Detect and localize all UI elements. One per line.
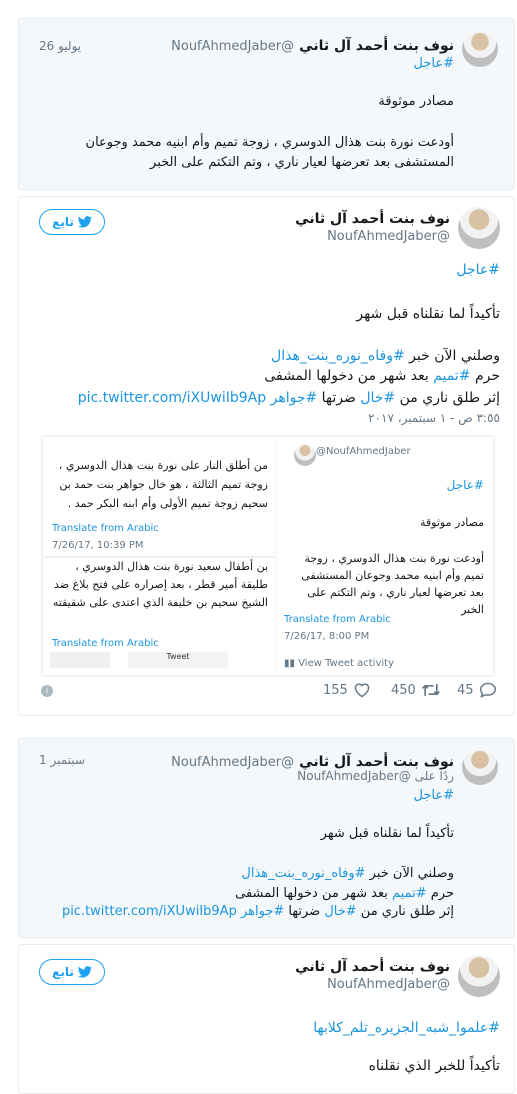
- author-handle[interactable]: @NoufAhmedJaber: [171, 755, 294, 770]
- reply-action[interactable]: 45: [457, 682, 497, 698]
- heart-icon: [354, 683, 370, 698]
- info-icon[interactable]: i: [41, 685, 53, 697]
- tweet-date[interactable]: 26 يوليو: [39, 39, 81, 53]
- tweet-text-line: وصلني الآن خبر #وفاه_نوره_بنت_هذال: [241, 866, 454, 881]
- screenshot-text: من أطلق النار على نورة بنت هذال الدوسري …: [58, 459, 268, 510]
- hashtag-link[interactable]: #جواهر: [271, 390, 318, 406]
- reply-icon: [479, 682, 496, 698]
- author-name[interactable]: نوف بنت أحمد آل ثاني: [299, 754, 454, 770]
- tweet-text-line: تأكيداً للخبر الذي نقلناه: [368, 1058, 500, 1074]
- tweet-text-paragraph: أودعت نورة بنت هذال الدوسري ، زوجة تميم …: [85, 135, 454, 170]
- avatar[interactable]: [458, 955, 500, 997]
- tweet-date[interactable]: 1 سبتمبر: [39, 753, 85, 767]
- translate-link: Translate from Arabic: [52, 523, 159, 534]
- tweet-media[interactable]: من أطلق النار على نورة بنت هذال الدوسري …: [41, 435, 495, 677]
- tweet-card-4: نوف بنت أحمد آل ثاني @NoufAhmedJaber تاب…: [18, 944, 515, 1094]
- hashtag-link[interactable]: #عاجل: [456, 261, 500, 280]
- retweet-action[interactable]: 450: [391, 682, 441, 698]
- author-handle[interactable]: @NoufAhmedJaber: [230, 977, 450, 992]
- author-name[interactable]: نوف بنت أحمد آل ثاني: [299, 38, 454, 54]
- tweet-text-line: وصلني الآن خبر #وفاه_نوره_بنت_هذال: [271, 348, 500, 364]
- tweet-card-2: نوف بنت أحمد آل ثاني @NoufAhmedJaber تاب…: [18, 196, 515, 716]
- hashtag-link[interactable]: #تميم: [392, 886, 427, 901]
- screenshot-text: مصادر موثوقة: [420, 516, 484, 529]
- avatar[interactable]: [462, 31, 498, 67]
- translate-link: Translate from Arabic: [52, 638, 159, 649]
- retweet-icon: [421, 684, 440, 696]
- twitter-bird-icon: [77, 216, 92, 228]
- tweet-timestamp[interactable]: ٣:٥٥ ص - ١ سبتمبر، ٢٠١٧: [368, 411, 500, 425]
- tweet-card-1[interactable]: نوف بنت أحمد آل ثاني @NoufAhmedJaber 26 …: [18, 18, 515, 190]
- tweet-label: Tweet: [128, 652, 228, 668]
- hashtag-link[interactable]: #خال: [324, 904, 356, 919]
- follow-button[interactable]: تابع: [39, 959, 105, 985]
- author-handle[interactable]: @NoufAhmedJaber: [171, 39, 294, 54]
- tweet-text-line: إثر طلق ناري من #خال ضرتها #جواهر pic.tw…: [61, 904, 454, 919]
- screenshot-handle: @NoufAhmedJaber: [316, 446, 411, 457]
- translate-link: Translate from Arabic: [284, 614, 391, 625]
- tweet-text-line: تأكيداً لما نقلناه قبل شهر: [356, 306, 500, 322]
- tweet-text-line: تأكيداً لما نقلناه قبل شهر: [320, 826, 454, 841]
- tweet-card-3[interactable]: نوف بنت أحمد آل ثاني @NoufAhmedJaber 1 س…: [18, 738, 515, 938]
- follow-button[interactable]: تابع: [39, 209, 105, 235]
- hashtag-link[interactable]: #خال: [360, 390, 395, 406]
- media-screenshot-left: من أطلق النار على نورة بنت هذال الدوسري …: [44, 438, 274, 674]
- follow-label: تابع: [52, 215, 74, 229]
- like-action[interactable]: 155: [323, 682, 371, 698]
- screenshot-date: 7/26/17, 10:39 PM: [52, 540, 144, 551]
- hashtag-link[interactable]: #وفاه_نوره_بنت_هذال: [241, 866, 365, 881]
- hashtag-link[interactable]: #عاجل: [414, 55, 455, 72]
- hashtag-link[interactable]: #تميم: [433, 368, 470, 384]
- author-name[interactable]: نوف بنت أحمد آل ثاني: [230, 959, 450, 975]
- hashtag-link[interactable]: #وفاه_نوره_بنت_هذال: [271, 348, 405, 364]
- screenshot-text: بن أطفال سعيد نورة بنت هذال الدوسري ، طل…: [52, 560, 268, 609]
- tweet-text-line: إثر طلق ناري من #خال ضرتها #جواهر pic.tw…: [77, 390, 500, 406]
- media-screenshot-right: @NoufAhmedJaber #عاجل مصادر موثوقة أودعت…: [278, 438, 492, 674]
- screenshot-text: أودعت نورة بنت هذال الدوسري ، زوجة تميم …: [301, 552, 484, 616]
- hashtag-link[interactable]: #عاجل: [414, 787, 455, 804]
- screenshot-date: 7/26/17, 8:00 PM: [284, 631, 370, 642]
- reply-count: 45: [457, 682, 474, 698]
- pic-link[interactable]: pic.twitter.com/iXUwiIb9Ap: [78, 390, 271, 406]
- twitter-bird-icon: [77, 966, 92, 978]
- reply-to-handle[interactable]: @NoufAhmedJaber: [297, 769, 410, 783]
- author-name[interactable]: نوف بنت أحمد آل ثاني: [230, 211, 450, 227]
- tweet-text-line: مصادر موثوقة: [378, 94, 454, 109]
- screenshot-activity: ▮▮ View Tweet activity: [284, 658, 394, 669]
- like-count: 155: [323, 682, 348, 698]
- pic-link[interactable]: pic.twitter.com/iXUwiIb9Ap: [62, 904, 241, 919]
- hashtag-link[interactable]: #علموا_شبه_الجزيره_تلم_كلابها: [313, 1019, 500, 1038]
- hashtag-link[interactable]: #جواهر: [241, 904, 284, 919]
- tweet-text-line: حرم #تميم بعد شهر من دخولها المشفى: [235, 886, 454, 901]
- author-handle[interactable]: @NoufAhmedJaber: [230, 229, 450, 244]
- reply-to: ردًا على @NoufAhmedJaber: [297, 769, 454, 783]
- retweet-count: 450: [391, 682, 416, 698]
- follow-label: تابع: [52, 965, 74, 979]
- avatar[interactable]: [458, 207, 500, 249]
- activity-icon: ▮▮: [284, 658, 299, 669]
- tweet-text-line: حرم #تميم بعد شهر من دخولها المشفى: [264, 368, 500, 384]
- avatar[interactable]: [462, 749, 498, 785]
- avatar: [294, 444, 316, 466]
- screenshot-hashtag: #عاجل: [446, 478, 484, 492]
